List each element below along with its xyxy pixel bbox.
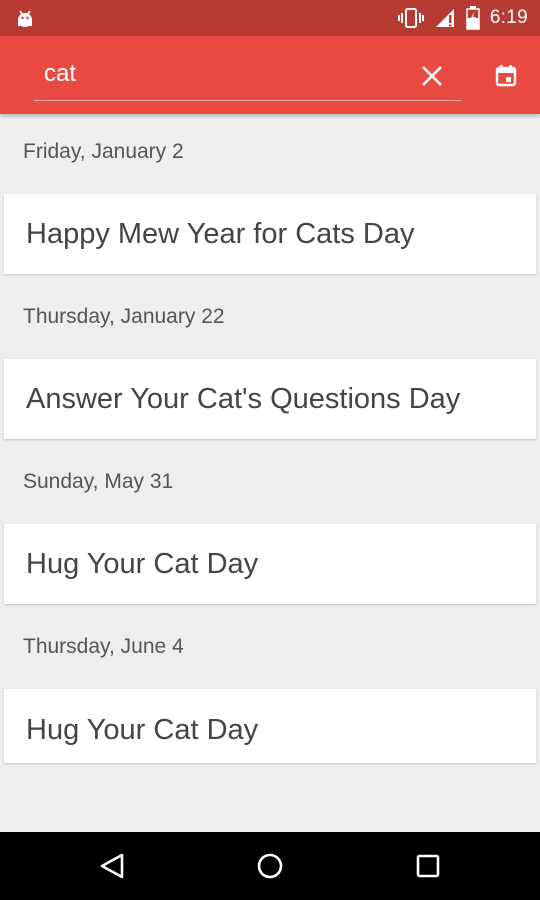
date-header: Thursday, June 4: [23, 635, 184, 658]
event-title: Happy Mew Year for Cats Day: [26, 218, 415, 250]
event-card[interactable]: Answer Your Cat's Questions Day: [4, 359, 536, 439]
battery-icon: [466, 6, 480, 30]
event-title: Hug Your Cat Day: [26, 548, 259, 580]
vibrate-icon: [397, 8, 424, 28]
clear-search-button[interactable]: [414, 58, 450, 94]
event-card[interactable]: Hug Your Cat Day: [4, 524, 536, 604]
android-icon: [18, 10, 32, 27]
navigation-bar: [0, 832, 540, 900]
recents-icon: [416, 854, 440, 878]
signal-icon: [435, 9, 454, 27]
back-icon: [100, 853, 124, 879]
calendar-button[interactable]: [488, 58, 524, 94]
search-input[interactable]: [44, 54, 404, 94]
search-app-bar: [0, 36, 540, 114]
status-bar: 6:19: [0, 0, 540, 36]
close-icon: [422, 66, 442, 86]
event-title: Hug Your Cat Day: [26, 714, 259, 746]
home-icon: [257, 853, 283, 879]
event-title: Answer Your Cat's Questions Day: [26, 383, 461, 415]
home-button[interactable]: [250, 846, 290, 886]
back-button[interactable]: [92, 846, 132, 886]
date-header: Thursday, January 22: [23, 305, 225, 328]
calendar-icon: [495, 65, 517, 87]
recents-button[interactable]: [408, 846, 448, 886]
date-header: Friday, January 2: [23, 140, 184, 163]
status-time: 6:19: [489, 7, 528, 28]
event-card[interactable]: Hug Your Cat Day: [4, 689, 536, 763]
search-field[interactable]: [34, 48, 461, 101]
date-header: Sunday, May 31: [23, 470, 174, 493]
event-card[interactable]: Happy Mew Year for Cats Day: [4, 194, 536, 274]
